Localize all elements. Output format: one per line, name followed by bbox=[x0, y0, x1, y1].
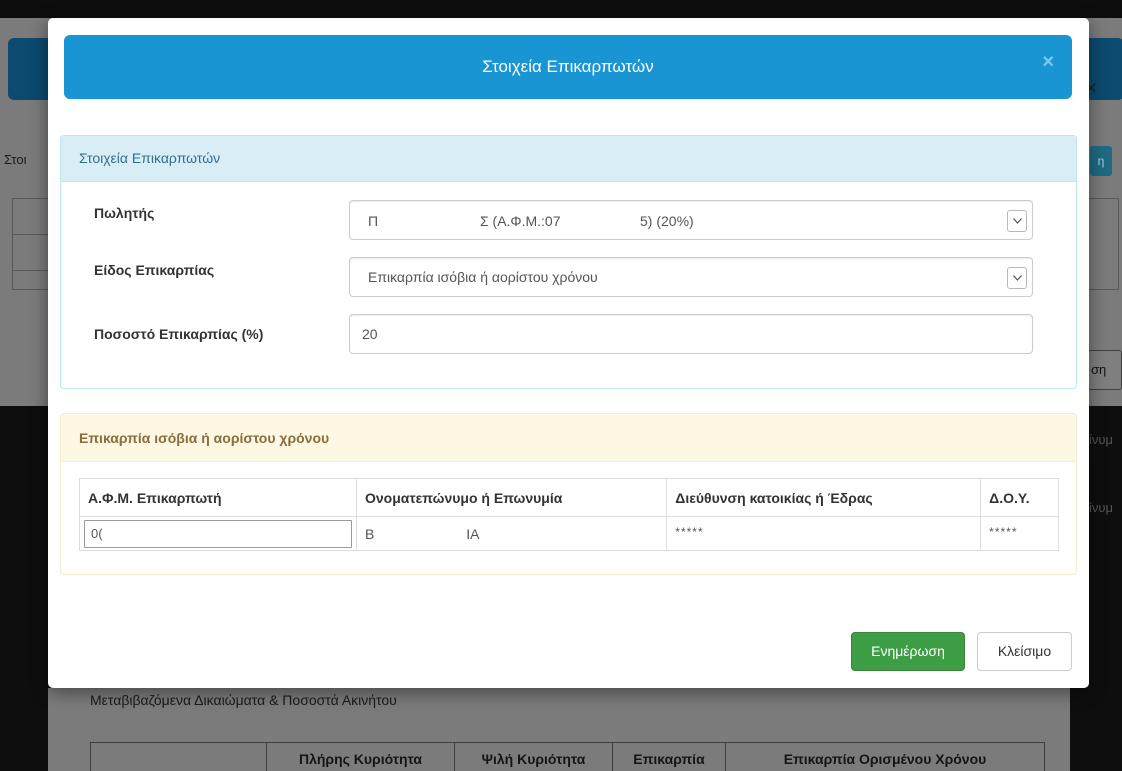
details-panel-heading: Στοιχεία Επικαρπωτών bbox=[61, 136, 1076, 182]
background-table-header-cell: Ψιλή Κυριότητα bbox=[455, 743, 613, 771]
usufructuary-details-panel: Στοιχεία Επικαρπωτών Πωλητής Π Σ (Α.Φ.Μ.… bbox=[60, 135, 1077, 389]
background-button: η bbox=[1090, 146, 1112, 176]
seller-value-part: Σ (Α.Φ.Μ.:07 bbox=[480, 213, 561, 229]
table-row: Β ΙΑ ***** ***** bbox=[79, 516, 1059, 551]
name-part: Β bbox=[365, 525, 375, 542]
afm-input[interactable] bbox=[84, 519, 352, 548]
column-header-address: Διεύθυνση κατοικίας ή Έδρας bbox=[666, 478, 982, 517]
background-table-header-cell: Επικαρπία bbox=[613, 743, 726, 771]
table-header-row: Α.Φ.Μ. Επικαρπωτή Ονοματεπώνυμο ή Επωνυμ… bbox=[79, 478, 1059, 517]
percentage-label: Ποσοστό Επικαρπίας (%) bbox=[94, 326, 264, 342]
usufruct-type-label: Είδος Επικαρπίας bbox=[94, 262, 215, 278]
background-tab-label: Στοι bbox=[4, 152, 27, 167]
usufruct-type-value: Επικαρπία ισόβια ή αορίστου χρόνου bbox=[368, 269, 598, 285]
tax-office-cell: ***** bbox=[980, 516, 1059, 551]
background-button-2: ση bbox=[1088, 350, 1122, 390]
usufructuaries-modal: Στοιχεία Επικαρπωτών × Στοιχεία Επικαρπω… bbox=[48, 18, 1089, 688]
modal-header: Στοιχεία Επικαρπωτών × bbox=[64, 35, 1072, 99]
background-table-fragment-right bbox=[1089, 198, 1119, 290]
background-section-title: Μεταβιβαζόμενα Δικαιώματα & Ποσοστά Ακιν… bbox=[90, 692, 397, 708]
close-button[interactable]: Κλείσιμο bbox=[977, 632, 1072, 671]
background-text-fragment: ίνυμ bbox=[1089, 500, 1113, 515]
modal-title: Στοιχεία Επικαρπωτών bbox=[482, 57, 654, 76]
usufructuaries-table: Α.Φ.Μ. Επικαρπωτή Ονοματεπώνυμο ή Επωνυμ… bbox=[79, 478, 1059, 551]
column-header-name: Ονοματεπώνυμο ή Επωνυμία bbox=[355, 478, 668, 517]
seller-value-part: 5) (20%) bbox=[640, 213, 694, 229]
name-cell: Β ΙΑ bbox=[355, 516, 668, 551]
lifetime-panel-heading: Επικαρπία ισόβια ή αορίστου χρόνου bbox=[61, 414, 1076, 462]
background-table-header-cell bbox=[91, 743, 267, 771]
update-button[interactable]: Ενημέρωση bbox=[851, 632, 965, 671]
column-header-tax-office: Δ.Ο.Υ. bbox=[980, 478, 1059, 517]
seller-value-part: Π bbox=[368, 213, 379, 229]
chevron-down-icon[interactable] bbox=[1007, 267, 1027, 289]
percentage-input[interactable]: 20 bbox=[349, 314, 1033, 354]
name-part: ΙΑ bbox=[466, 525, 480, 542]
background-table-header-cell: Επικαρπία Ορισμένου Χρόνου bbox=[783, 751, 987, 767]
address-cell: ***** bbox=[666, 516, 982, 551]
background-table-fragment-left bbox=[12, 198, 52, 290]
seller-label: Πωλητής bbox=[94, 205, 155, 221]
afm-cell bbox=[79, 516, 357, 551]
close-icon[interactable]: × bbox=[1042, 52, 1054, 72]
background-table-header-cell: Πλήρης Κυριότητα bbox=[267, 743, 455, 771]
chevron-down-icon[interactable] bbox=[1007, 210, 1027, 232]
background-text-fragment: ίνυμ bbox=[1089, 432, 1113, 447]
usufruct-type-select[interactable]: Επικαρπία ισόβια ή αορίστου χρόνου bbox=[349, 257, 1033, 297]
background-rights-table-header: Πλήρης Κυριότητα Ψιλή Κυριότητα Επικαρπί… bbox=[90, 742, 1045, 771]
seller-select[interactable]: Π Σ (Α.Φ.Μ.:07 5) (20%) bbox=[349, 200, 1033, 240]
background-top-strip bbox=[0, 0, 1122, 18]
column-header-afm: Α.Φ.Μ. Επικαρπωτή bbox=[79, 478, 357, 517]
usufruct-lifetime-panel: Επικαρπία ισόβια ή αορίστου χρόνου Α.Φ.Μ… bbox=[60, 413, 1077, 575]
